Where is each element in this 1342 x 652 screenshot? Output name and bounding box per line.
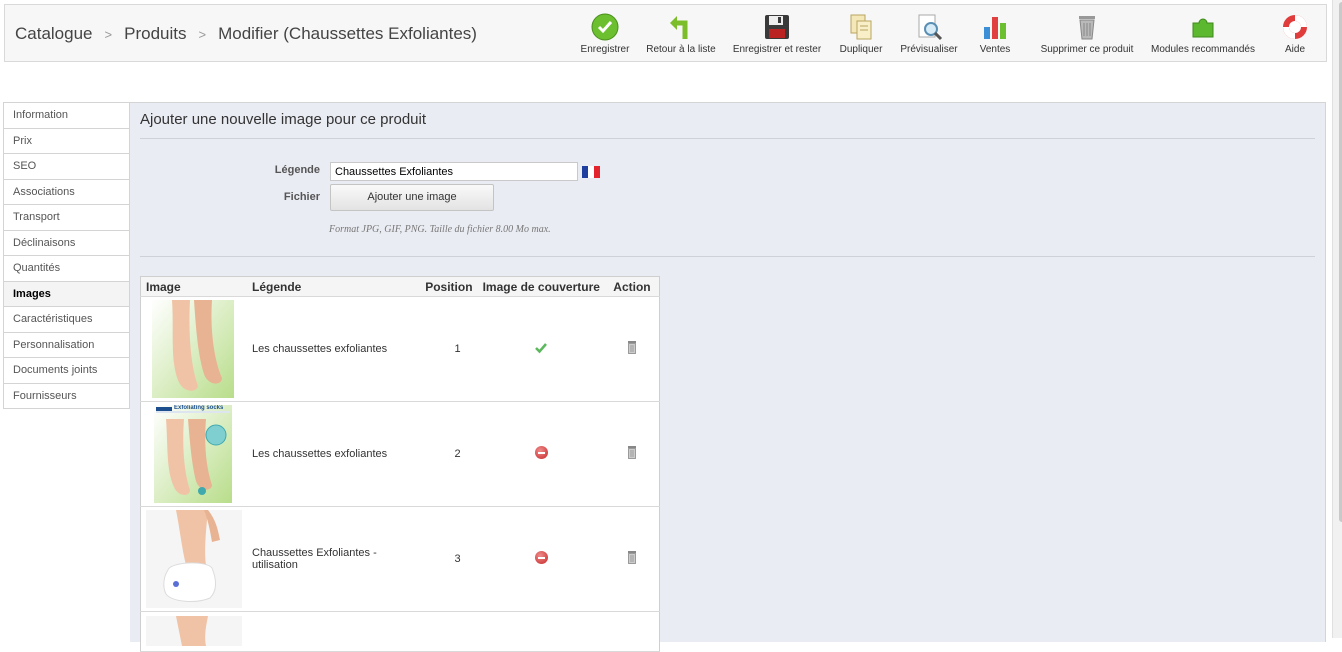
header-position: Position	[420, 276, 478, 297]
delete-image-icon[interactable]	[627, 446, 637, 459]
cover-cell	[477, 401, 605, 507]
legend-input[interactable]	[330, 162, 578, 181]
toolbar-label: Enregistrer	[580, 44, 630, 55]
add-image-button[interactable]: Ajouter une image	[330, 184, 494, 211]
trash-icon	[1079, 16, 1095, 40]
help-button[interactable]: Aide	[1275, 13, 1315, 55]
feet-photo-thumbnail	[152, 300, 234, 398]
legend-cell	[247, 611, 421, 652]
legend-cell: Les chaussettes exfoliantes	[247, 296, 421, 402]
header-image: Image	[140, 276, 247, 297]
sidebar-item-fournisseurs[interactable]: Fournisseurs	[4, 383, 129, 409]
images-table: Image Légende Position Image de couvertu…	[140, 276, 660, 652]
save-button[interactable]: Enregistrer	[576, 13, 634, 55]
table-header-row: Image Légende Position Image de couvertu…	[140, 276, 660, 297]
sidebar-item-information[interactable]: Information	[4, 103, 129, 129]
thumbnail-caption: Exfoliating socks	[174, 405, 224, 411]
image-cell	[140, 506, 247, 612]
toolbar-label: Modules recommandés	[1151, 44, 1255, 55]
save-and-stay-button[interactable]: Enregistrer et rester	[729, 13, 825, 55]
toolbar-label: Retour à la liste	[646, 44, 716, 55]
action-cell	[604, 611, 660, 652]
set-cover-icon[interactable]	[534, 551, 548, 564]
floppy-disk-icon	[765, 15, 789, 39]
action-cell	[604, 401, 660, 507]
packaging-photo-thumbnail	[154, 405, 232, 503]
sidebar-item-personnalisation[interactable]: Personnalisation	[4, 332, 129, 358]
position-cell: 1	[420, 296, 478, 402]
header-action: Action	[604, 276, 660, 297]
product-thumbnail[interactable]	[146, 616, 242, 646]
panel-title: Ajouter une nouvelle image pour ce produ…	[140, 111, 427, 128]
images-panel: Ajouter une nouvelle image pour ce produ…	[130, 102, 1326, 652]
sidebar-item-caracteristiques[interactable]: Caractéristiques	[4, 307, 129, 333]
position-cell: 2	[420, 401, 478, 507]
table-row[interactable]: Exfoliating socks Les chaussettes exfoli…	[140, 401, 660, 507]
delete-product-button[interactable]: Supprimer ce produit	[1037, 13, 1137, 55]
sidebar-item-declinaisons[interactable]: Déclinaisons	[4, 230, 129, 256]
cover-cell	[477, 296, 605, 402]
bar-chart-icon	[984, 17, 1006, 39]
position-cell	[420, 611, 478, 652]
table-row[interactable]	[140, 611, 660, 652]
back-arrow-icon	[670, 16, 688, 39]
action-cell	[604, 506, 660, 612]
puzzle-icon	[1192, 18, 1214, 38]
table-row[interactable]: Chaussettes Exfoliantes - utilisation 3	[140, 506, 660, 612]
set-cover-icon[interactable]	[534, 446, 548, 459]
file-label: Fichier	[283, 191, 320, 203]
header-legend: Légende	[247, 276, 421, 297]
duplicate-icon	[850, 14, 872, 40]
legend-label: Légende	[274, 164, 320, 176]
preview-button[interactable]: Prévisualiser	[897, 13, 961, 55]
product-tabs-sidebar: Information Prix SEO Associations Transp…	[3, 102, 130, 409]
page-scrollbar[interactable]	[1332, 0, 1342, 638]
divider	[140, 138, 1315, 139]
toolbar-label: Supprimer ce produit	[1040, 44, 1134, 55]
cover-cell	[477, 611, 605, 652]
sidebar-item-seo[interactable]: SEO	[4, 154, 129, 180]
header-cover: Image de couverture	[477, 276, 605, 297]
product-thumbnail[interactable]	[146, 510, 242, 608]
legend-cell: Chaussettes Exfoliantes - utilisation	[247, 506, 421, 612]
toolbar-label: Dupliquer	[839, 44, 883, 55]
image-cell	[140, 611, 247, 652]
recommended-modules-button[interactable]: Modules recommandés	[1147, 13, 1259, 55]
divider	[140, 256, 1315, 257]
sidebar-item-images[interactable]: Images	[4, 281, 129, 307]
product-thumbnail[interactable]: Exfoliating socks	[154, 405, 232, 503]
sidebar-item-associations[interactable]: Associations	[4, 179, 129, 205]
toolbar-label: Ventes	[979, 44, 1011, 55]
sidebar-item-prix[interactable]: Prix	[4, 128, 129, 154]
back-to-list-button[interactable]: Retour à la liste	[643, 13, 719, 55]
image-cell	[140, 296, 247, 402]
lifebuoy-icon	[1283, 15, 1307, 39]
image-cell: Exfoliating socks	[140, 401, 247, 507]
preview-icon	[918, 14, 943, 41]
french-flag-icon[interactable]	[582, 166, 600, 178]
legend-cell: Les chaussettes exfoliantes	[247, 401, 421, 507]
sidebar-item-quantites[interactable]: Quantités	[4, 256, 129, 282]
toolbar-label: Prévisualiser	[900, 44, 958, 55]
delete-image-icon[interactable]	[627, 341, 637, 354]
save-check-icon	[591, 13, 619, 41]
action-cell	[604, 296, 660, 402]
cover-check-icon	[535, 342, 548, 353]
product-thumbnail[interactable]	[152, 300, 234, 398]
toolbar-label: Aide	[1284, 44, 1305, 55]
delete-image-icon[interactable]	[627, 551, 637, 564]
position-cell: 3	[420, 506, 478, 612]
sales-button[interactable]: Ventes	[973, 13, 1017, 55]
partial-photo-thumbnail	[146, 616, 242, 646]
table-row[interactable]: Les chaussettes exfoliantes 1	[140, 296, 660, 402]
file-format-hint: Format JPG, GIF, PNG. Taille du fichier …	[329, 224, 551, 235]
toolbar-label: Enregistrer et rester	[732, 44, 822, 55]
top-toolbar: Catalogue > Produits > Modifier (Chaussettes…	[4, 4, 1327, 62]
sidebar-item-transport[interactable]: Transport	[4, 205, 129, 231]
duplicate-button[interactable]: Dupliquer	[836, 13, 886, 55]
cover-cell	[477, 506, 605, 612]
usage-photo-thumbnail	[146, 510, 242, 608]
sidebar-item-documents-joints[interactable]: Documents joints	[4, 358, 129, 384]
